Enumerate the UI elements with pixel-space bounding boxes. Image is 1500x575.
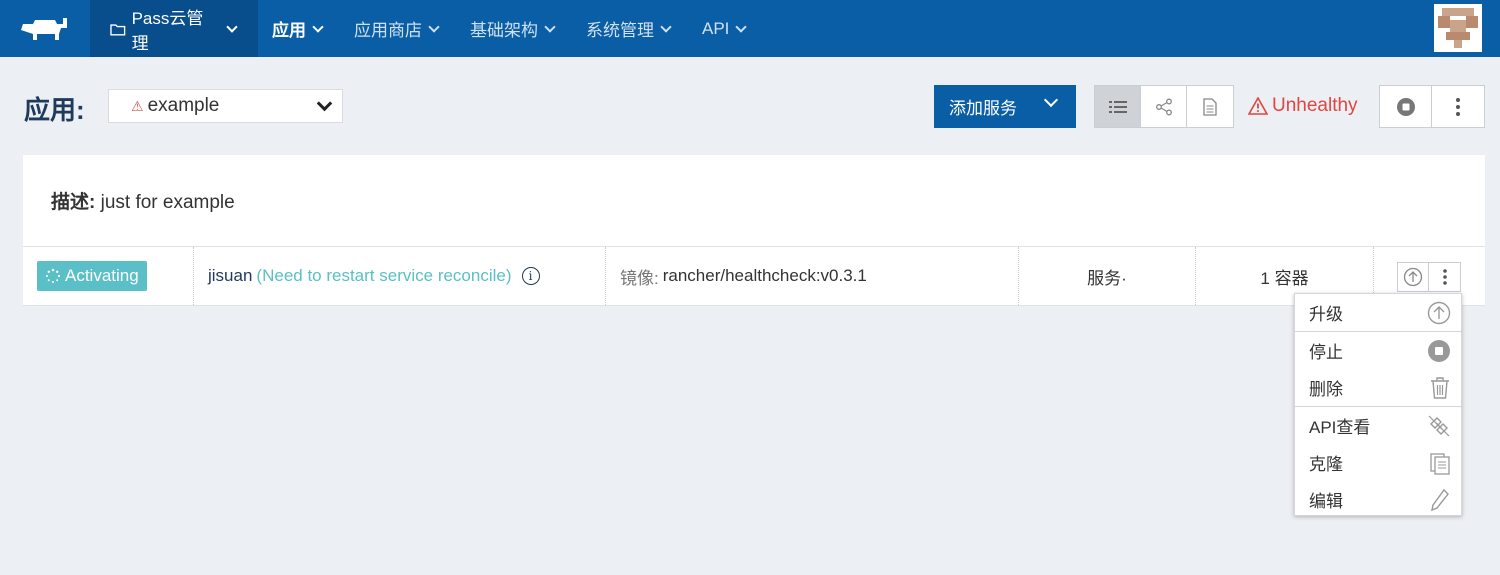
graph-view-button[interactable] [1141, 86, 1187, 127]
menu-item-api-view[interactable]: API查看 [1295, 407, 1461, 444]
warning-icon [1248, 97, 1268, 115]
nav-item-label: API [702, 18, 730, 38]
service-kind: 服务· [1087, 268, 1127, 288]
menu-item-label: 停止 [1309, 343, 1343, 362]
image-cell: 镜像: rancher/healthcheck:v0.3.1 [606, 247, 1019, 305]
nav-item-apps[interactable]: 应用 [258, 0, 340, 57]
service-row: Activating jisuan (Need to restart servi… [23, 246, 1485, 306]
stack-description: 描述: just for example [51, 187, 235, 214]
spinner-icon [46, 268, 61, 283]
menu-item-label: 升级 [1309, 305, 1343, 324]
menu-item-label: 编辑 [1309, 492, 1343, 511]
top-nav: Pass云管理 应用 应用商店 基础架构 系统管理 API [0, 0, 1500, 57]
menu-item-clone[interactable]: 克隆 [1295, 444, 1461, 481]
service-more-button[interactable] [1429, 263, 1460, 291]
arrow-up-circle-icon [1427, 301, 1451, 324]
more-vertical-icon [1442, 269, 1447, 285]
chevron-down-icon [660, 20, 672, 33]
nav-item-label: 应用商店 [354, 21, 422, 40]
stop-icon [1396, 97, 1415, 116]
stop-stack-button[interactable] [1380, 86, 1432, 127]
container-count: 1 容器 [1260, 268, 1309, 288]
state-badge: Activating [37, 261, 147, 291]
warning-icon: ⚠ [131, 97, 144, 114]
stop-icon [1428, 339, 1450, 362]
service-name-link[interactable]: jisuan [208, 266, 252, 286]
list-icon [1108, 100, 1127, 113]
share-icon [1155, 98, 1172, 115]
environment-name: Pass云管理 [131, 8, 204, 53]
chevron-down-icon [312, 20, 324, 33]
nav-item-label: 系统管理 [586, 21, 654, 40]
stack-health-status: Unhealthy [1248, 95, 1358, 117]
stack-name: example [147, 95, 220, 116]
state-label: Activating [65, 266, 139, 285]
info-icon[interactable]: i [521, 267, 540, 285]
nav-item-admin[interactable]: 系统管理 [572, 0, 688, 57]
trash-icon [1431, 376, 1449, 399]
copy-icon [1430, 452, 1450, 475]
stack-more-button[interactable] [1432, 86, 1484, 127]
service-actions-menu: 升级 停止 删除 API查看 克隆 编辑 [1294, 293, 1462, 516]
nav-item-label: 基础架构 [470, 21, 538, 40]
chevron-down-icon [316, 95, 333, 112]
environment-switcher[interactable]: Pass云管理 [90, 0, 258, 57]
upgrade-service-button[interactable] [1398, 263, 1429, 291]
chevron-down-icon [735, 20, 748, 33]
rancher-logo[interactable] [0, 0, 90, 57]
service-note: (Need to restart service reconcile) [256, 266, 512, 285]
chevron-down-icon [1043, 92, 1059, 108]
chevron-down-icon [544, 20, 556, 33]
add-service-button[interactable]: 添加服务 [934, 85, 1076, 128]
add-service-label: 添加服务 [949, 99, 1017, 118]
description-label: 描述: [51, 192, 96, 213]
kind-cell: 服务· [1019, 247, 1196, 305]
description-text: just for example [100, 192, 235, 213]
image-value: rancher/healthcheck:v0.3.1 [662, 266, 867, 285]
nav-item-api[interactable]: API [688, 0, 763, 57]
nav-item-catalog[interactable]: 应用商店 [340, 0, 456, 57]
menu-item-label: 删除 [1309, 380, 1343, 399]
stack-actions-group [1379, 85, 1485, 128]
state-cell: Activating [23, 247, 194, 305]
menu-item-label: 克隆 [1309, 455, 1343, 474]
chevron-down-icon [226, 20, 238, 33]
list-view-button[interactable] [1095, 86, 1141, 127]
image-label: 镜像: [620, 268, 659, 288]
link-icon [1428, 415, 1450, 436]
chevron-down-icon [428, 20, 440, 33]
menu-item-edit[interactable]: 编辑 [1295, 481, 1461, 518]
page-title: 应用: [24, 95, 85, 125]
name-cell: jisuan (Need to restart service reconcil… [194, 247, 606, 305]
service-actions-group [1397, 262, 1461, 292]
menu-item-stop[interactable]: 停止 [1295, 332, 1461, 369]
menu-item-upgrade[interactable]: 升级 [1295, 294, 1461, 331]
menu-item-delete[interactable]: 删除 [1295, 369, 1461, 406]
stack-description-panel: 描述: just for example [23, 155, 1485, 246]
user-avatar[interactable] [1434, 4, 1482, 52]
folder-icon [110, 23, 126, 36]
more-vertical-icon [1456, 97, 1460, 116]
nav-item-label: 应用 [272, 21, 306, 40]
document-icon [1203, 97, 1217, 116]
health-label: Unhealthy [1272, 95, 1358, 116]
pencil-icon [1431, 488, 1449, 511]
config-view-button[interactable] [1187, 86, 1233, 127]
menu-item-label: API查看 [1309, 418, 1371, 437]
stack-selector[interactable]: ⚠ example [108, 89, 343, 123]
arrow-up-circle-icon [1403, 267, 1423, 287]
view-mode-group [1094, 85, 1234, 128]
nav-item-infrastructure[interactable]: 基础架构 [456, 0, 572, 57]
